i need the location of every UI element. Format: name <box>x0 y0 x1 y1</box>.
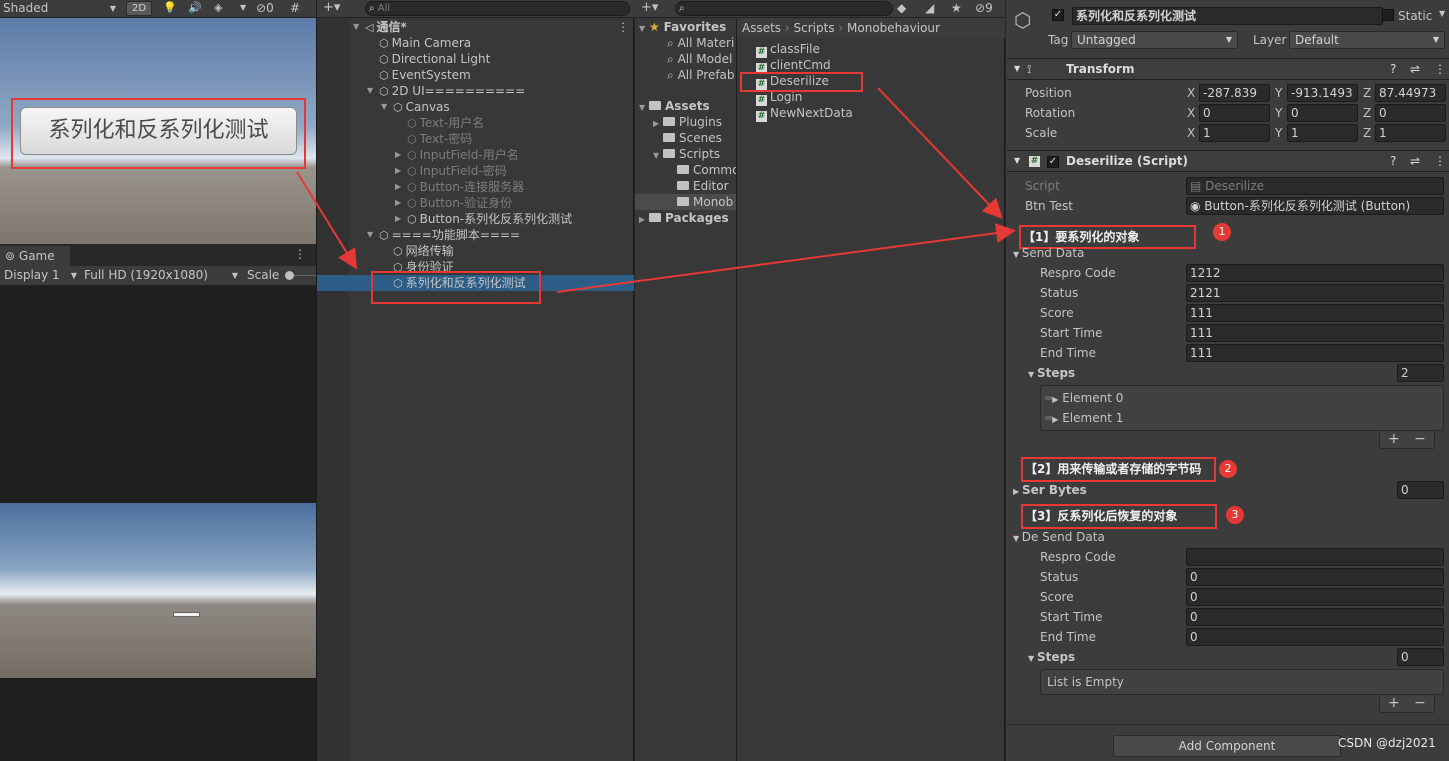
arrow-scene-to-hierarchy <box>296 171 358 270</box>
arrow-script-to-inspector <box>877 87 1003 219</box>
arrow-hierarchy-to-inspector <box>556 223 1016 293</box>
annotation-arrows <box>296 87 1016 293</box>
